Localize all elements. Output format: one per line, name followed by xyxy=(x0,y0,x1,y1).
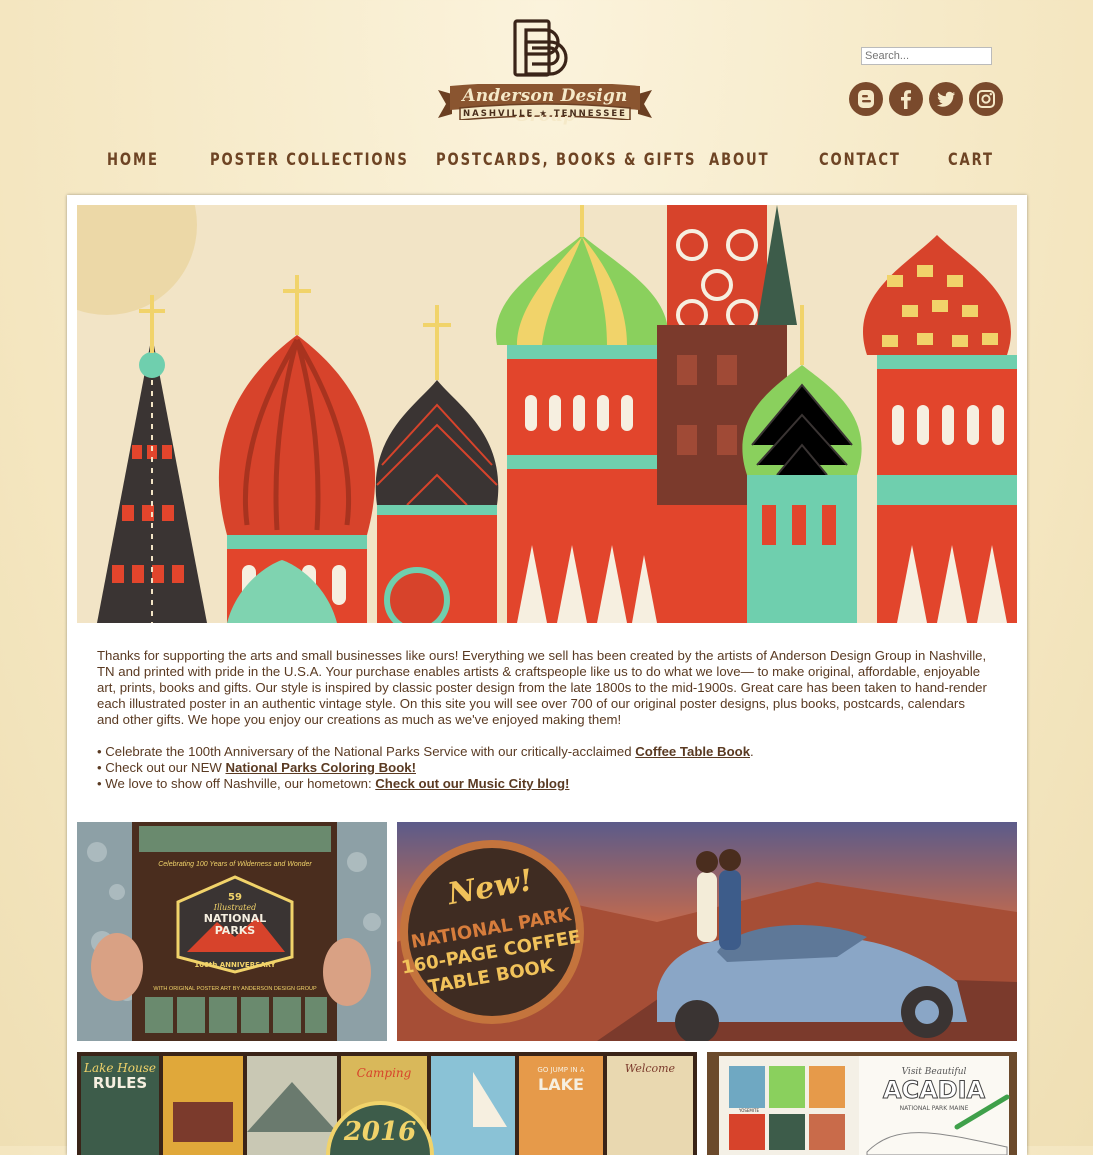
bullet-music-city-blog: • We love to show off Nashville, our hom… xyxy=(97,776,987,792)
adg-monogram-icon xyxy=(513,19,568,77)
bullet-text: • We love to show off Nashville, our hom… xyxy=(97,776,376,791)
couple-car-painting-image: New! NATIONAL PARK 160-PAGE COFFEE TABLE… xyxy=(397,822,1017,1041)
music-city-blog-link[interactable]: Check out our Music City blog! xyxy=(375,776,569,791)
bullet-coffee-table-book: • Celebrate the 100th Anniversary of the… xyxy=(97,744,987,760)
logo-location-text: NASHVILLE ★ TENNESSEE xyxy=(463,109,627,119)
bullet-text: • Celebrate the 100th Anniversary of the… xyxy=(97,744,636,759)
nav-home[interactable]: HOME xyxy=(107,150,159,170)
bullet-coloring-book: • Check out our NEW National Parks Color… xyxy=(97,760,987,776)
nav-poster-collections[interactable]: POSTER COLLECTIONS xyxy=(210,150,409,170)
moscow-domes-illustration xyxy=(77,205,1017,623)
logo-script-text: Anderson Design Group xyxy=(462,86,628,126)
nav-contact[interactable]: CONTACT xyxy=(819,150,901,170)
coloring-yosemite-label: YOSEMITE xyxy=(738,1108,760,1113)
hero-banner-image[interactable] xyxy=(77,205,1017,623)
coffee-table-book-link[interactable]: Coffee Table Book xyxy=(635,744,750,759)
intro-bullets: • Celebrate the 100th Anniversary of the… xyxy=(97,744,987,792)
coloring-book-link[interactable]: National Parks Coloring Book! xyxy=(225,760,416,775)
book-photo-image: Celebrating 100 Years of Wilderness and … xyxy=(77,822,387,1041)
poster-go-jump-text: GO JUMP IN A xyxy=(537,1066,584,1074)
poster-camping-title: Camping xyxy=(357,1066,412,1080)
coloring-acadia-title: ACADIA xyxy=(883,1076,986,1104)
intro-text-block: Thanks for supporting the arts and small… xyxy=(97,648,987,792)
facebook-button[interactable] xyxy=(889,82,923,116)
blogger-button[interactable] xyxy=(849,82,883,116)
main-nav: HOME POSTER COLLECTIONS POSTCARDS, BOOKS… xyxy=(0,150,1093,176)
instagram-icon xyxy=(977,90,995,108)
calendar-2016-promo[interactable]: Lake House RULES Camping GO JUMP IN A LA… xyxy=(77,1052,697,1155)
bullet-text: • Check out our NEW xyxy=(97,760,226,775)
poster-lake-title: LAKE xyxy=(538,1075,584,1094)
instagram-button[interactable] xyxy=(969,82,1003,116)
nav-cart[interactable]: CART xyxy=(948,150,994,170)
book-cover-tagline: Celebrating 100 Years of Wilderness and … xyxy=(158,861,312,868)
poster-lakehouse-title: Lake House xyxy=(83,1061,156,1075)
twitter-icon xyxy=(937,91,955,107)
search-input[interactable] xyxy=(861,47,992,65)
content-panel: Thanks for supporting the arts and small… xyxy=(67,195,1027,1155)
calendar-posters-image: Lake House RULES Camping GO JUMP IN A LA… xyxy=(77,1052,697,1155)
logo[interactable]: Anderson Design Group NASHVILLE ★ TENNES… xyxy=(430,14,660,126)
book-cover-number: 59 xyxy=(228,892,242,903)
book-cover-parks: PARKS xyxy=(215,924,256,937)
coloring-book-image: YOSEMITE Visit Beautiful ACADIA NATIONAL… xyxy=(707,1052,1017,1155)
coloring-subtitle: NATIONAL PARK MAINE xyxy=(900,1105,969,1112)
facebook-icon xyxy=(901,90,911,109)
nav-about[interactable]: ABOUT xyxy=(709,150,769,170)
book-cover-anniversary: 100th ANNIVERSARY xyxy=(194,961,276,969)
intro-paragraph: Thanks for supporting the arts and small… xyxy=(97,648,987,727)
calendar-year-badge: 2016 xyxy=(343,1117,416,1147)
twitter-button[interactable] xyxy=(929,82,963,116)
book-cover-illustrated: Illustrated xyxy=(213,903,256,912)
bullet-text: . xyxy=(750,744,754,759)
coloring-book-promo[interactable]: YOSEMITE Visit Beautiful ACADIA NATIONAL… xyxy=(707,1052,1017,1155)
poster-rules-title: RULES xyxy=(93,1074,147,1092)
coffee-table-book-promo[interactable]: New! NATIONAL PARK 160-PAGE COFFEE TABLE… xyxy=(397,822,1017,1041)
blogger-icon xyxy=(858,90,874,108)
nav-postcards-books-gifts[interactable]: POSTCARDS, BOOKS & GIFTS xyxy=(436,150,696,170)
national-parks-book-promo[interactable]: Celebrating 100 Years of Wilderness and … xyxy=(77,822,387,1041)
book-cover-credit: WITH ORIGINAL POSTER ART BY ANDERSON DES… xyxy=(153,986,317,992)
poster-welcome-title: Welcome xyxy=(625,1062,676,1075)
